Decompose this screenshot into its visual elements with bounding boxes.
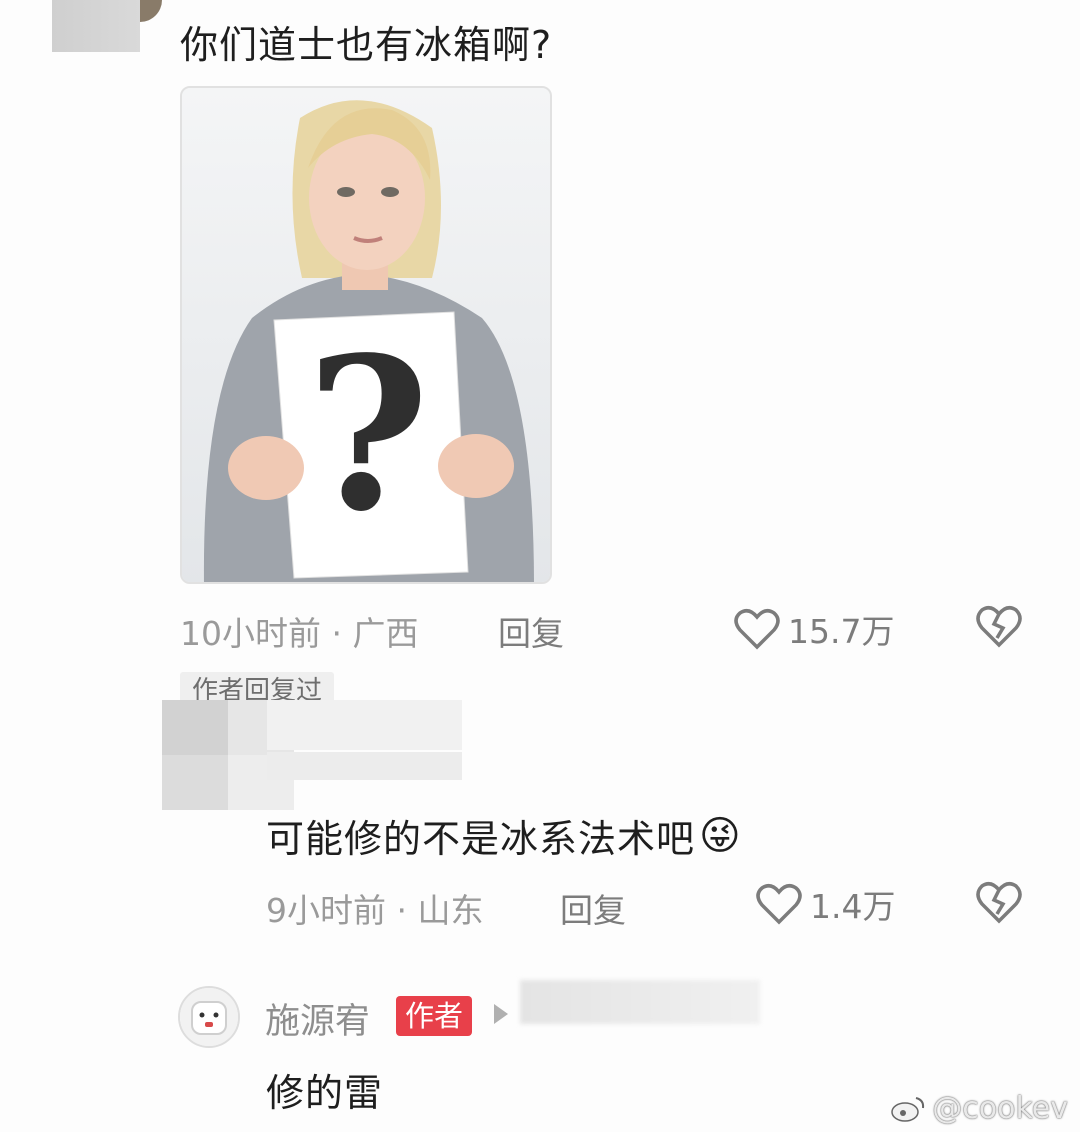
comment-3-text: 修的雷	[266, 1071, 384, 1115]
reply-arrow-icon	[494, 1004, 508, 1024]
comment-2-time-location: 9小时前 · 山东	[266, 891, 484, 930]
watermark-text: @cookev	[932, 1091, 1068, 1126]
comment-1-text: 你们道士也有冰箱啊?	[180, 23, 553, 67]
broken-heart-icon	[976, 882, 1022, 924]
comment-2-dislike-button[interactable]	[975, 880, 1023, 928]
author-username[interactable]: 施源宥	[265, 993, 370, 1044]
watermark: @cookev	[890, 1091, 1068, 1126]
comment-2-like-count: 1.4万	[810, 887, 896, 926]
comment-1-like-count: 15.7万	[788, 612, 895, 651]
wink-tongue-emoji-icon: 😜	[699, 812, 742, 859]
weibo-logo-icon	[891, 1096, 925, 1122]
heart-icon	[756, 884, 802, 925]
comment-1-reply-button[interactable]: 回复	[498, 607, 564, 655]
svg-text:?: ?	[306, 311, 429, 558]
commenter-avatar-blurred[interactable]	[52, 0, 162, 52]
woman-holding-question-sign-image: ?	[182, 88, 550, 582]
comment-1-time-location: 10小时前 · 广西	[180, 614, 419, 653]
comment-2-text-row: 可能修的不是冰系法术吧 😜	[266, 808, 742, 863]
robot-face-avatar-icon	[180, 988, 238, 1046]
author-badge: 作者	[396, 996, 473, 1036]
author-avatar[interactable]	[178, 986, 240, 1048]
comment-2-like-button[interactable]: 1.4万	[756, 880, 895, 928]
comment-2-text: 可能修的不是冰系法术吧	[266, 817, 696, 861]
comment-1-dislike-button[interactable]	[975, 604, 1023, 652]
comment-1-like-button[interactable]: 15.7万	[734, 605, 894, 653]
comment-1-image[interactable]: ?	[180, 86, 552, 584]
reply-user-info-mosaic[interactable]	[162, 700, 462, 810]
broken-heart-icon	[976, 606, 1022, 648]
heart-icon	[734, 609, 780, 650]
reply-target-name-blurred	[520, 980, 760, 1024]
comment-2-reply-button[interactable]: 回复	[560, 884, 626, 932]
